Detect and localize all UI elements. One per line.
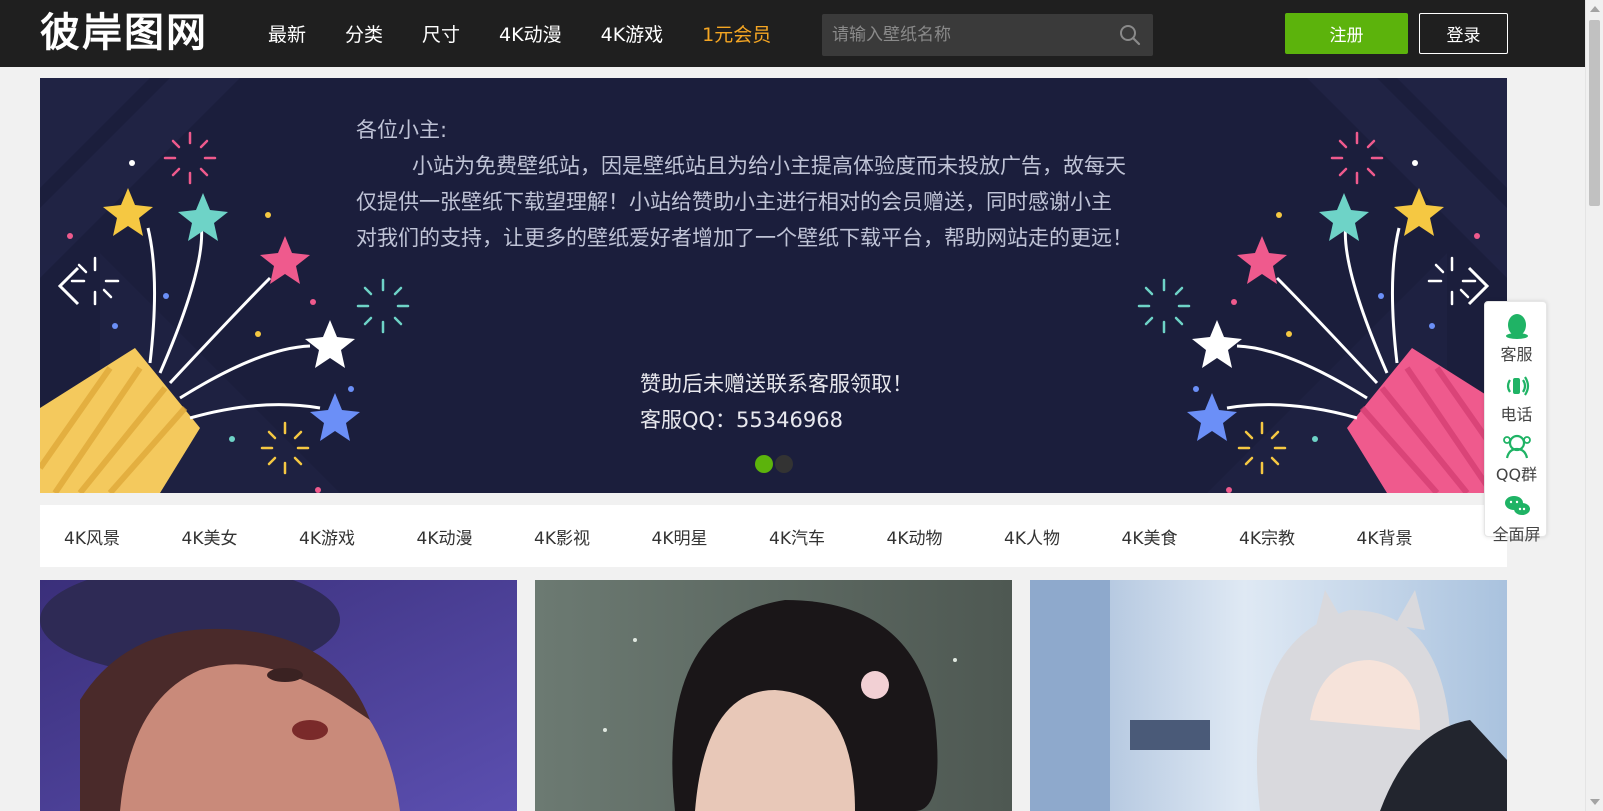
wallpaper-image [40, 580, 517, 811]
phone-icon [1506, 376, 1529, 396]
carousel-dot-2[interactable] [775, 455, 793, 473]
search-input[interactable] [822, 14, 1112, 56]
wallpaper-thumbnail-1[interactable] [40, 580, 517, 811]
nav-category[interactable]: 分类 [345, 20, 383, 47]
site-logo[interactable]: 彼岸图网 [40, 10, 208, 56]
category-religion[interactable]: 4K宗教 [1239, 524, 1357, 549]
wechat-icon [1504, 496, 1530, 515]
wallpaper-image [1030, 580, 1507, 811]
search-icon[interactable] [1119, 24, 1141, 46]
banner-contact: 赞助后未赠送联系客服领取！ 客服QQ：55346968 [640, 366, 913, 438]
scroll-up-arrow-icon[interactable] [1590, 6, 1600, 12]
sponsor-note: 赞助后未赠送联系客服领取！ [640, 372, 913, 396]
qq-penguin-icon [1505, 314, 1528, 339]
nav-latest[interactable]: 最新 [268, 20, 306, 47]
banner-notice: 各位小主: 小站为免费壁纸站，因是壁纸站且为给小主提高体验度而未投放广告，故每天… [356, 112, 1196, 256]
sidetool-fullscreen[interactable]: 全面屏 [1485, 484, 1548, 544]
main-nav: 最新 分类 尺寸 4K动漫 4K游戏 1元会员 [268, 0, 810, 67]
sidetool-label: QQ群 [1495, 465, 1538, 484]
qq-contact: 客服QQ：55346968 [640, 408, 843, 432]
category-animal[interactable]: 4K动物 [887, 524, 1005, 549]
nav-4k-game[interactable]: 4K游戏 [601, 20, 664, 47]
category-car[interactable]: 4K汽车 [769, 524, 887, 549]
scroll-down-arrow-icon[interactable] [1590, 799, 1600, 805]
wallpaper-grid [40, 580, 1507, 811]
wallpaper-image [535, 580, 1012, 811]
banner-line-2: 仅提供一张壁纸下载望理解！小站给赞助小主进行相对的会员赠送，同时感谢小主 [356, 190, 1112, 214]
nav-size[interactable]: 尺寸 [422, 20, 460, 47]
category-game[interactable]: 4K游戏 [299, 524, 417, 549]
sidetool-label: 电话 [1500, 405, 1533, 424]
category-star[interactable]: 4K明星 [652, 524, 770, 549]
wallpaper-thumbnail-2[interactable] [535, 580, 1012, 811]
banner-greeting: 各位小主: [356, 118, 448, 142]
category-bar: 4K风景 4K美女 4K游戏 4K动漫 4K影视 4K明星 4K汽车 4K动物 … [40, 505, 1507, 567]
nav-4k-anime[interactable]: 4K动漫 [499, 20, 562, 47]
banner-line-3: 对我们的支持，让更多的壁纸爱好者增加了一个壁纸下载平台，帮助网站走的更远！ [356, 226, 1133, 250]
category-anime[interactable]: 4K动漫 [417, 524, 535, 549]
nav-vip[interactable]: 1元会员 [702, 20, 771, 47]
category-film[interactable]: 4K影视 [534, 524, 652, 549]
chevron-left-icon[interactable] [54, 264, 84, 308]
category-beauty[interactable]: 4K美女 [182, 524, 300, 549]
sidetool-qq-group[interactable]: QQ群 [1485, 424, 1548, 484]
page-scrollbar[interactable] [1585, 0, 1603, 811]
register-button[interactable]: 注册 [1285, 13, 1408, 54]
sidetool-customer-service[interactable]: 客服 [1485, 304, 1548, 364]
login-button[interactable]: 登录 [1419, 13, 1508, 54]
category-people[interactable]: 4K人物 [1004, 524, 1122, 549]
search-box [822, 14, 1153, 56]
banner-carousel: 各位小主: 小站为免费壁纸站，因是壁纸站且为给小主提高体验度而未投放广告，故每天… [40, 78, 1507, 493]
qq-group-icon [1502, 434, 1531, 459]
category-landscape[interactable]: 4K风景 [64, 524, 182, 549]
carousel-dot-1[interactable] [755, 455, 773, 473]
sidetool-label: 全面屏 [1492, 525, 1541, 544]
sidetool-label: 客服 [1500, 345, 1533, 364]
category-food[interactable]: 4K美食 [1122, 524, 1240, 549]
scrollbar-thumb[interactable] [1589, 20, 1600, 206]
carousel-indicators [755, 455, 795, 473]
side-toolbar: 客服 电话 QQ群 全面屏 [1484, 301, 1548, 544]
wallpaper-thumbnail-3[interactable] [1030, 580, 1507, 811]
sidetool-phone[interactable]: 电话 [1485, 364, 1548, 424]
site-header: 彼岸图网 最新 分类 尺寸 4K动漫 4K游戏 1元会员 注册 登录 [0, 0, 1585, 67]
category-background[interactable]: 4K背景 [1357, 524, 1475, 549]
banner-line-1: 小站为免费壁纸站，因是壁纸站且为给小主提高体验度而未投放广告，故每天 [412, 154, 1126, 178]
